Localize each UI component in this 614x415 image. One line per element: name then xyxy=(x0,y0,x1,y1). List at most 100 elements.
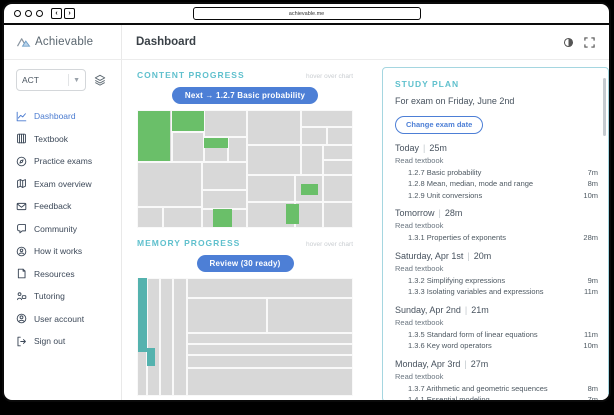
study-plan-item[interactable]: 1.3.3 Isolating variables and expression… xyxy=(395,286,598,298)
treemap-cell[interactable] xyxy=(187,355,353,368)
study-plan-item[interactable]: 1.2.9 Unit conversions10m xyxy=(395,190,598,202)
sidebar-item-label: Sign out xyxy=(34,336,65,346)
treemap-highlight-cell[interactable] xyxy=(138,111,170,161)
study-plan-item[interactable]: 1.3.5 Standard form of linear equations1… xyxy=(395,329,598,341)
day-task: Read textbook xyxy=(395,221,598,230)
treemap-cell[interactable] xyxy=(204,110,247,137)
content-progress-hint: hover over chart xyxy=(306,73,353,80)
content-progress-treemap[interactable] xyxy=(137,110,353,228)
course-select[interactable]: ACT ▼ xyxy=(16,69,86,91)
item-name: 1.2.7 Basic probability xyxy=(408,167,481,179)
study-plan-item[interactable]: 1.4.1 Essential modeling7m xyxy=(395,394,598,402)
fullscreen-icon[interactable] xyxy=(584,37,595,48)
treemap-cell[interactable] xyxy=(323,202,353,228)
sidebar-item-user-account[interactable]: User account xyxy=(16,308,121,331)
item-time: 8m xyxy=(588,178,598,190)
memory-progress-title: MEMORY PROGRESS xyxy=(137,238,240,248)
sidebar-item-resources[interactable]: Resources xyxy=(16,263,121,286)
day-separator: | xyxy=(423,143,425,153)
sidebar-item-how-it-works[interactable]: How it works xyxy=(16,240,121,263)
sidebar-item-tutoring[interactable]: Tutoring xyxy=(16,285,121,308)
study-plan-item[interactable]: 1.2.7 Basic probability7m xyxy=(395,167,598,179)
review-button[interactable]: Review (30 ready) xyxy=(197,255,294,272)
theme-toggle-icon[interactable] xyxy=(563,37,574,48)
item-name: 1.2.9 Unit conversions xyxy=(408,190,482,202)
treemap-cell[interactable] xyxy=(301,110,353,127)
treemap-cell[interactable] xyxy=(323,160,353,175)
treemap-highlight-cell[interactable] xyxy=(172,111,204,131)
treemap-highlight-cell[interactable] xyxy=(301,184,318,195)
treemap-cell[interactable] xyxy=(173,278,187,396)
sidebar-item-sign-out[interactable]: Sign out xyxy=(16,330,121,353)
treemap-highlight-cell[interactable] xyxy=(147,348,155,367)
sidebar: ACT ▼ Dashboard Textbook Practice exams Exa… xyxy=(4,60,122,402)
sidebar-item-label: Dashboard xyxy=(34,111,76,121)
treemap-cell[interactable] xyxy=(187,333,353,344)
study-plan-item[interactable]: 1.3.7 Arithmetic and geometric sequences… xyxy=(395,383,598,395)
chat-icon xyxy=(16,223,27,234)
sidebar-item-textbook[interactable]: Textbook xyxy=(16,128,121,151)
treemap-cell[interactable] xyxy=(202,190,247,209)
forward-button[interactable]: › xyxy=(64,8,75,19)
treemap-cell[interactable] xyxy=(228,137,247,162)
brand[interactable]: Achievable xyxy=(4,25,122,59)
sidebar-item-community[interactable]: Community xyxy=(16,218,121,241)
help-circle-icon xyxy=(16,246,27,257)
treemap-cell[interactable] xyxy=(187,344,353,355)
app-header: Achievable Dashboard xyxy=(4,25,609,60)
item-name: 1.3.5 Standard form of linear equations xyxy=(408,329,538,341)
treemap-cell[interactable] xyxy=(323,175,353,202)
sidebar-item-practice-exams[interactable]: Practice exams xyxy=(16,150,121,173)
treemap-cell[interactable] xyxy=(247,175,295,202)
treemap-cell[interactable] xyxy=(301,145,323,175)
sidebar-item-dashboard[interactable]: Dashboard xyxy=(16,105,121,128)
change-exam-date-button[interactable]: Change exam date xyxy=(395,116,483,134)
study-plan-item[interactable]: 1.3.6 Key word operators10m xyxy=(395,340,598,352)
url-bar[interactable]: achievable.me xyxy=(193,7,421,20)
treemap-cell[interactable] xyxy=(137,207,163,228)
treemap-cell[interactable] xyxy=(172,132,204,162)
back-button[interactable]: ‹ xyxy=(51,8,62,19)
treemap-cell[interactable] xyxy=(160,278,173,396)
sidebar-item-feedback[interactable]: Feedback xyxy=(16,195,121,218)
study-plan-scrollbar[interactable] xyxy=(603,78,606,136)
sidebar-item-label: User account xyxy=(34,314,84,324)
treemap-cell[interactable] xyxy=(187,298,267,333)
treemap-cell[interactable] xyxy=(147,278,160,396)
treemap-cell[interactable] xyxy=(323,145,353,159)
window-minimize-button[interactable] xyxy=(25,10,32,17)
treemap-highlight-cell[interactable] xyxy=(138,278,147,352)
treemap-highlight-cell[interactable] xyxy=(213,209,232,227)
next-lesson-button[interactable]: Next → 1.2.7 Basic probability xyxy=(172,87,318,104)
item-name: 1.3.7 Arithmetic and geometric sequences xyxy=(408,383,548,395)
treemap-cell[interactable] xyxy=(247,145,301,175)
treemap-cell[interactable] xyxy=(247,110,301,145)
treemap-cell[interactable] xyxy=(301,127,327,146)
treemap-highlight-cell[interactable] xyxy=(204,138,228,147)
day-duration: 28m xyxy=(445,208,463,218)
screenshot-stage: ‹ › achievable.me Achievable Dashboard xyxy=(0,0,614,415)
brand-name: Achievable xyxy=(35,36,93,48)
sidebar-item-exam-overview[interactable]: Exam overview xyxy=(16,173,121,196)
day-separator: | xyxy=(464,359,466,369)
browser-chrome: ‹ › achievable.me xyxy=(4,4,609,25)
treemap-cell[interactable] xyxy=(187,278,353,298)
treemap-cell[interactable] xyxy=(267,298,353,333)
treemap-cell[interactable] xyxy=(327,127,353,146)
treemap-highlight-cell[interactable] xyxy=(286,204,299,224)
day-label: Tomorrow xyxy=(395,208,435,218)
window-maximize-button[interactable] xyxy=(36,10,43,17)
study-plan-day: Tomorrow|28mRead textbook1.3.1 Propertie… xyxy=(395,208,598,244)
treemap-cell[interactable] xyxy=(202,162,247,190)
treemap-cell[interactable] xyxy=(163,207,202,228)
sidebar-item-label: Practice exams xyxy=(34,156,92,166)
study-plan-item[interactable]: 1.3.1 Properties of exponents28m xyxy=(395,232,598,244)
window-close-button[interactable] xyxy=(14,10,21,17)
memory-progress-treemap[interactable] xyxy=(137,278,353,396)
study-plan-item[interactable]: 1.2.8 Mean, median, mode and range8m xyxy=(395,178,598,190)
item-time: 7m xyxy=(588,394,598,402)
treemap-cell[interactable] xyxy=(137,162,202,207)
study-plan-item[interactable]: 1.3.2 Simplifying expressions9m xyxy=(395,275,598,287)
treemap-cell[interactable] xyxy=(187,368,353,396)
layers-icon[interactable] xyxy=(94,74,106,86)
